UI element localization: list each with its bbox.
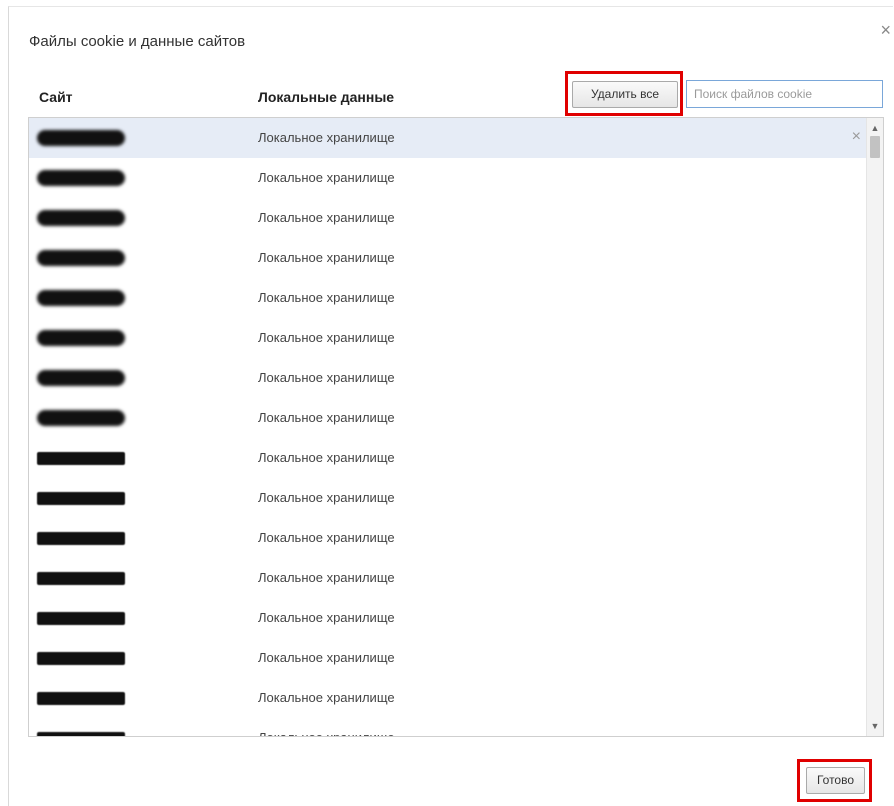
local-data-label: Локальное хранилище: [258, 210, 395, 225]
done-button[interactable]: Готово: [806, 767, 865, 794]
site-name-redacted: [37, 370, 125, 386]
site-name-redacted: [37, 692, 125, 705]
table-row[interactable]: Локальное хранилище: [29, 358, 867, 398]
local-data-label: Локальное хранилище: [258, 410, 395, 425]
table-row[interactable]: Локальное хранилище ×: [29, 118, 867, 158]
table-row[interactable]: Локальное хранилище: [29, 518, 867, 558]
site-name-redacted: [37, 612, 125, 625]
site-name-redacted: [37, 492, 125, 505]
site-name-redacted: [37, 732, 125, 736]
dialog-title: Файлы cookie и данные сайтов: [29, 33, 246, 50]
remove-row-icon[interactable]: ×: [852, 128, 861, 146]
column-header-site: Сайт: [39, 89, 73, 105]
local-data-label: Локальное хранилище: [258, 650, 395, 665]
site-name-redacted: [37, 330, 125, 346]
table-row[interactable]: Локальное хранилище: [29, 438, 867, 478]
close-icon[interactable]: ×: [880, 21, 891, 39]
cookie-list: Локальное хранилище × Локальное хранилище Л…: [28, 117, 884, 737]
table-row[interactable]: Локальное хранилище: [29, 318, 867, 358]
cookie-search-field[interactable]: [686, 80, 883, 108]
table-row[interactable]: Локальное хранилище: [29, 558, 867, 598]
local-data-label: Локальное хранилище: [258, 170, 395, 185]
local-data-label: Локальное хранилище: [258, 250, 395, 265]
local-data-label: Локальное хранилище: [258, 730, 395, 736]
local-data-label: Локальное хранилище: [258, 570, 395, 585]
site-name-redacted: [37, 170, 125, 186]
site-name-redacted: [37, 410, 125, 426]
site-name-redacted: [37, 210, 125, 226]
scroll-down-icon[interactable]: ▼: [867, 718, 883, 734]
table-row[interactable]: Локальное хранилище: [29, 478, 867, 518]
scroll-up-icon[interactable]: ▲: [867, 120, 883, 136]
scrollbar-thumb[interactable]: [870, 136, 880, 158]
table-row[interactable]: Локальное хранилище: [29, 638, 867, 678]
table-row[interactable]: Локальное хранилище: [29, 198, 867, 238]
site-name-redacted: [37, 452, 125, 465]
local-data-label: Локальное хранилище: [258, 490, 395, 505]
local-data-label: Локальное хранилище: [258, 450, 395, 465]
site-name-redacted: [37, 652, 125, 665]
site-name-redacted: [37, 532, 125, 545]
table-row[interactable]: Локальное хранилище: [29, 718, 867, 736]
table-row[interactable]: Локальное хранилище: [29, 678, 867, 718]
column-header-local-data: Локальные данные: [258, 89, 395, 105]
local-data-label: Локальное хранилище: [258, 530, 395, 545]
site-name-redacted: [37, 250, 125, 266]
delete-all-button[interactable]: Удалить все: [572, 81, 678, 108]
local-data-label: Локальное хранилище: [258, 690, 395, 705]
local-data-label: Локальное хранилище: [258, 610, 395, 625]
scrollbar[interactable]: ▲ ▼: [866, 118, 883, 736]
cookies-dialog: Файлы cookie и данные сайтов × Сайт Лока…: [8, 6, 893, 806]
search-input[interactable]: [694, 82, 875, 106]
local-data-label: Локальное хранилище: [258, 290, 395, 305]
table-row[interactable]: Локальное хранилище: [29, 278, 867, 318]
table-row[interactable]: Локальное хранилище: [29, 598, 867, 638]
local-data-label: Локальное хранилище: [258, 370, 395, 385]
table-row[interactable]: Локальное хранилище: [29, 398, 867, 438]
local-data-label: Локальное хранилище: [258, 330, 395, 345]
site-name-redacted: [37, 290, 125, 306]
site-name-redacted: [37, 130, 125, 146]
local-data-label: Локальное хранилище: [258, 130, 395, 145]
site-name-redacted: [37, 572, 125, 585]
table-row[interactable]: Локальное хранилище: [29, 158, 867, 198]
table-row[interactable]: Локальное хранилище: [29, 238, 867, 278]
cookie-rows: Локальное хранилище × Локальное хранилище Л…: [29, 118, 883, 736]
